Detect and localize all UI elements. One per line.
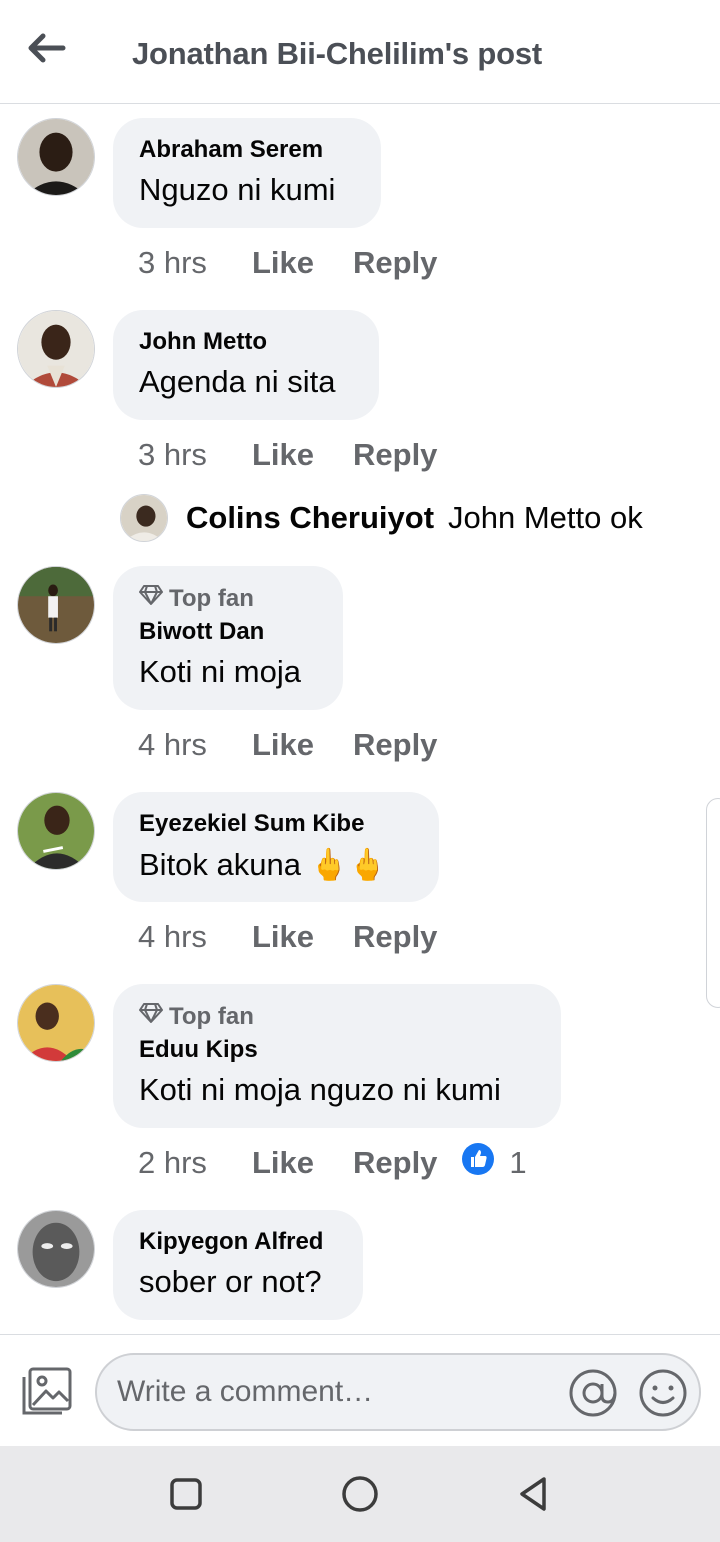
page-title: Jonathan Bii-Chelilim's post [132, 36, 542, 71]
comment-time: 3 hrs [138, 245, 207, 280]
comment-time: 4 hrs [138, 727, 207, 762]
comment-time: 2 hrs [138, 1145, 207, 1180]
at-icon [567, 1369, 619, 1423]
comment-input[interactable] [117, 1355, 557, 1429]
comment-author[interactable]: John Metto [139, 328, 267, 356]
reply-button[interactable]: Reply [353, 437, 437, 473]
scroll-handle[interactable] [706, 798, 720, 1008]
like-button[interactable]: Like [252, 919, 353, 955]
mention-button[interactable] [567, 1367, 619, 1419]
emoji-button[interactable] [637, 1367, 689, 1419]
comment-text: Koti ni moja nguzo ni kumi [139, 1072, 501, 1107]
comment-bubble[interactable]: Abraham Serem Nguzo ni kumi [113, 118, 381, 228]
top-fan-label: Top fan [169, 1002, 254, 1030]
top-fan-badge: Top fan [139, 584, 254, 613]
reaction-summary[interactable]: 1 [461, 1142, 527, 1184]
comment-text: Koti ni moja [139, 654, 301, 689]
reply-button[interactable]: Reply [353, 1145, 437, 1181]
comment-author[interactable]: Biwott Dan [139, 618, 264, 646]
comment-input-wrapper[interactable] [95, 1353, 701, 1431]
comment-actions: 4 hrs Like Reply [138, 725, 437, 765]
avatar[interactable] [17, 310, 95, 388]
avatar[interactable] [120, 494, 168, 542]
arrow-left-icon [27, 32, 67, 69]
like-button[interactable]: Like [252, 245, 353, 281]
avatar[interactable] [17, 792, 95, 870]
diamond-icon [139, 584, 163, 613]
avatar[interactable] [17, 1210, 95, 1288]
system-nav-bar [0, 1446, 720, 1542]
thumbs-up-icon [461, 1142, 495, 1184]
comment-actions: 3 hrs Like Reply [138, 243, 437, 283]
smiley-icon [637, 1369, 689, 1423]
comment-author[interactable]: Abraham Serem [139, 136, 323, 164]
comment-time: 4 hrs [138, 919, 207, 954]
comment-text: Bitok akuna 🖕🖕 [139, 847, 387, 882]
top-bar: Jonathan Bii-Chelilim's post [0, 0, 720, 104]
like-button[interactable]: Like [252, 727, 353, 763]
square-icon [164, 1478, 208, 1520]
like-button[interactable]: Like [252, 437, 353, 473]
comment-author[interactable]: Eduu Kips [139, 1036, 258, 1064]
top-fan-badge: Top fan [139, 1002, 254, 1031]
reply-preview[interactable]: Colins Cheruiyot John Metto ok [120, 494, 643, 542]
comment-text: sober or not? [139, 1264, 322, 1299]
reaction-count: 1 [509, 1145, 527, 1180]
comment-time: 3 hrs [138, 437, 207, 472]
comment-bubble[interactable]: Kipyegon Alfred sober or not? [113, 1210, 363, 1320]
circle-icon [338, 1476, 382, 1520]
home-button[interactable] [338, 1472, 382, 1516]
back-button[interactable] [22, 28, 72, 72]
reply-button[interactable]: Reply [353, 919, 437, 955]
avatar[interactable] [17, 566, 95, 644]
comment-actions: 3 hrs Like Reply [138, 435, 437, 475]
avatar[interactable] [17, 118, 95, 196]
comment-author[interactable]: Eyezekiel Sum Kibe [139, 810, 364, 838]
comment-bubble[interactable]: Top fan Eduu Kips Koti ni moja nguzo ni … [113, 984, 561, 1128]
like-button[interactable]: Like [252, 1145, 353, 1181]
triangle-back-icon [512, 1477, 556, 1520]
reply-button[interactable]: Reply [353, 727, 437, 763]
diamond-icon [139, 1002, 163, 1031]
avatar[interactable] [17, 984, 95, 1062]
comment-actions: 2 hrs Like Reply 1 [138, 1143, 527, 1183]
reply-button[interactable]: Reply [353, 245, 437, 281]
comment-composer [0, 1334, 720, 1446]
comment-author[interactable]: Kipyegon Alfred [139, 1228, 323, 1256]
comment-bubble[interactable]: Eyezekiel Sum Kibe Bitok akuna 🖕🖕 [113, 792, 439, 902]
reply-author[interactable]: Colins Cheruiyot [186, 500, 434, 536]
back-nav-button[interactable] [512, 1472, 556, 1516]
comment-text: Nguzo ni kumi [139, 172, 336, 207]
photo-icon [20, 1367, 74, 1421]
top-fan-label: Top fan [169, 584, 254, 612]
recent-apps-button[interactable] [164, 1472, 208, 1516]
comment-bubble[interactable]: John Metto Agenda ni sita [113, 310, 379, 420]
comment-bubble[interactable]: Top fan Biwott Dan Koti ni moja [113, 566, 343, 710]
reply-text: John Metto ok [448, 500, 643, 535]
comment-text: Agenda ni sita [139, 364, 336, 399]
photo-button[interactable] [20, 1365, 74, 1417]
comment-actions: 4 hrs Like Reply [138, 917, 437, 957]
